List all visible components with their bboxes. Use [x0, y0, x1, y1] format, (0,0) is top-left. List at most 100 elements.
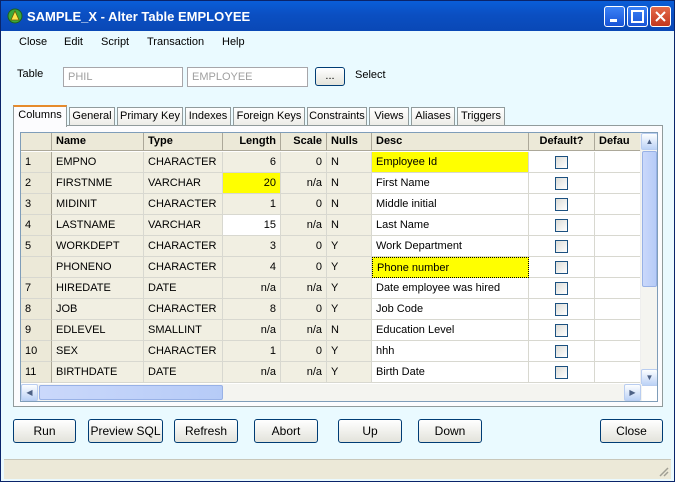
cell-nulls[interactable]: Y — [327, 257, 372, 278]
default-checkbox[interactable] — [555, 303, 568, 316]
menu-script[interactable]: Script — [101, 36, 129, 48]
schema-field[interactable]: PHIL — [63, 67, 183, 87]
cell-desc[interactable]: Employee Id — [372, 152, 529, 173]
cell-scale[interactable]: 0 — [281, 236, 327, 257]
cell-nulls[interactable]: Y — [327, 236, 372, 257]
default-checkbox[interactable] — [555, 261, 568, 274]
cell-desc[interactable]: hhh — [372, 341, 529, 362]
scroll-down-icon[interactable]: ▼ — [641, 369, 657, 386]
cell-length[interactable]: 6 — [223, 152, 281, 173]
column-header-scale[interactable]: Scale — [281, 133, 327, 151]
tab-indexes[interactable]: Indexes — [185, 107, 231, 126]
default-value-cell[interactable] — [595, 236, 642, 257]
default-value-cell[interactable] — [595, 320, 642, 341]
default-checkbox-cell[interactable] — [529, 236, 595, 257]
table-row[interactable]: 10 SEX CHARACTER 1 0 Yhhh — [21, 341, 642, 362]
default-value-cell[interactable] — [595, 299, 642, 320]
default-checkbox[interactable] — [555, 198, 568, 211]
close-window-button[interactable] — [650, 6, 671, 27]
cell-nulls[interactable]: Y — [327, 299, 372, 320]
maximize-button[interactable] — [627, 6, 648, 27]
default-checkbox-cell[interactable] — [529, 278, 595, 299]
cell-name[interactable]: EMPNO — [52, 152, 144, 173]
abort-button[interactable]: Abort — [254, 419, 318, 443]
column-header-nulls[interactable]: Nulls — [327, 133, 372, 151]
menu-close[interactable]: Close — [19, 36, 47, 48]
up-button[interactable]: Up — [338, 419, 402, 443]
cell-nulls[interactable]: Y — [327, 341, 372, 362]
default-value-cell[interactable] — [595, 152, 642, 173]
column-header-name[interactable]: Name — [52, 133, 144, 151]
default-checkbox[interactable] — [555, 324, 568, 337]
default-checkbox-cell[interactable] — [529, 362, 595, 383]
column-header-default[interactable]: Defau — [595, 133, 642, 151]
tab-general[interactable]: General — [69, 107, 115, 126]
cell-name[interactable]: MIDINIT — [52, 194, 144, 215]
cell-desc[interactable]: Job Code — [372, 299, 529, 320]
preview-sql-button[interactable]: Preview SQL — [88, 419, 163, 443]
cell-type[interactable]: CHARACTER — [144, 257, 223, 278]
cell-desc[interactable]: Phone number — [372, 257, 529, 278]
table-row[interactable]: 5 WORKDEPT CHARACTER 3 0 Y Work Department — [21, 236, 642, 257]
table-row[interactable]: 8 JOB CHARACTER 8 0 Y Job Code — [21, 299, 642, 320]
column-header-length[interactable]: Length — [223, 133, 281, 151]
tab-views[interactable]: Views — [369, 107, 409, 126]
cell-type[interactable]: DATE — [144, 278, 223, 299]
cell-length[interactable]: n/a — [223, 320, 281, 341]
table-row[interactable]: 4 LASTNAME VARCHAR 15 n/a N Last Name — [21, 215, 642, 236]
cell-nulls[interactable]: N — [327, 152, 372, 173]
browse-button[interactable]: ... — [315, 67, 345, 86]
tab-primary-key[interactable]: Primary Key — [117, 107, 183, 126]
default-value-cell[interactable] — [595, 215, 642, 236]
horizontal-scroll-thumb[interactable] — [39, 385, 223, 400]
default-checkbox[interactable] — [555, 156, 568, 169]
cell-scale[interactable]: 0 — [281, 257, 327, 278]
cell-scale[interactable]: n/a — [281, 320, 327, 341]
down-button[interactable]: Down — [418, 419, 482, 443]
menu-edit[interactable]: Edit — [64, 36, 83, 48]
tab-foreign-keys[interactable]: Foreign Keys — [233, 107, 305, 126]
cell-length[interactable]: 1 — [223, 194, 281, 215]
default-value-cell[interactable] — [595, 173, 642, 194]
table-row[interactable]: PHONENO CHARACTER 4 0 Y Phone number — [21, 257, 642, 278]
column-header-default-flag[interactable]: Default? — [529, 133, 595, 151]
default-checkbox[interactable] — [555, 366, 568, 379]
table-name-field[interactable]: EMPLOYEE — [187, 67, 308, 87]
horizontal-scrollbar[interactable]: ◀ ▶ — [21, 384, 642, 401]
vertical-scroll-thumb[interactable] — [642, 151, 657, 287]
default-checkbox-cell[interactable] — [529, 341, 595, 362]
cell-length[interactable]: n/a — [223, 362, 281, 383]
cell-type[interactable]: CHARACTER — [144, 152, 223, 173]
table-row[interactable]: 3 MIDINIT CHARACTER 1 0 N Middle initial — [21, 194, 642, 215]
cell-length[interactable]: 4 — [223, 257, 281, 278]
cell-length[interactable]: n/a — [223, 278, 281, 299]
default-checkbox-cell[interactable] — [529, 215, 595, 236]
run-button[interactable]: Run — [13, 419, 76, 443]
default-checkbox[interactable] — [555, 345, 568, 358]
cell-type[interactable]: VARCHAR — [144, 215, 223, 236]
tab-constraints[interactable]: Constraints — [307, 107, 367, 126]
column-header-desc[interactable]: Desc — [372, 133, 529, 151]
cell-type[interactable]: CHARACTER — [144, 236, 223, 257]
default-checkbox[interactable] — [555, 240, 568, 253]
cell-name[interactable]: EDLEVEL — [52, 320, 144, 341]
cell-type[interactable]: CHARACTER — [144, 194, 223, 215]
cell-name[interactable]: HIREDATE — [52, 278, 144, 299]
cell-nulls[interactable]: N — [327, 215, 372, 236]
cell-length[interactable]: 20 — [223, 173, 281, 194]
cell-name[interactable]: WORKDEPT — [52, 236, 144, 257]
default-value-cell[interactable] — [595, 194, 642, 215]
cell-scale[interactable]: n/a — [281, 173, 327, 194]
cell-name[interactable]: SEX — [52, 341, 144, 362]
cell-scale[interactable]: 0 — [281, 341, 327, 362]
default-checkbox-cell[interactable] — [529, 173, 595, 194]
cell-scale[interactable]: n/a — [281, 215, 327, 236]
cell-scale[interactable]: 0 — [281, 152, 327, 173]
default-checkbox-cell[interactable] — [529, 152, 595, 173]
cell-desc[interactable]: First Name — [372, 173, 529, 194]
cell-nulls[interactable]: Y — [327, 278, 372, 299]
table-row[interactable]: 7 HIREDATE DATE n/a n/a Y Date employee was hi… — [21, 278, 642, 299]
resize-grip-icon[interactable] — [657, 465, 669, 477]
cell-length[interactable]: 8 — [223, 299, 281, 320]
table-row[interactable]: 1 EMPNO CHARACTER 6 0 N Employee Id — [21, 152, 642, 173]
